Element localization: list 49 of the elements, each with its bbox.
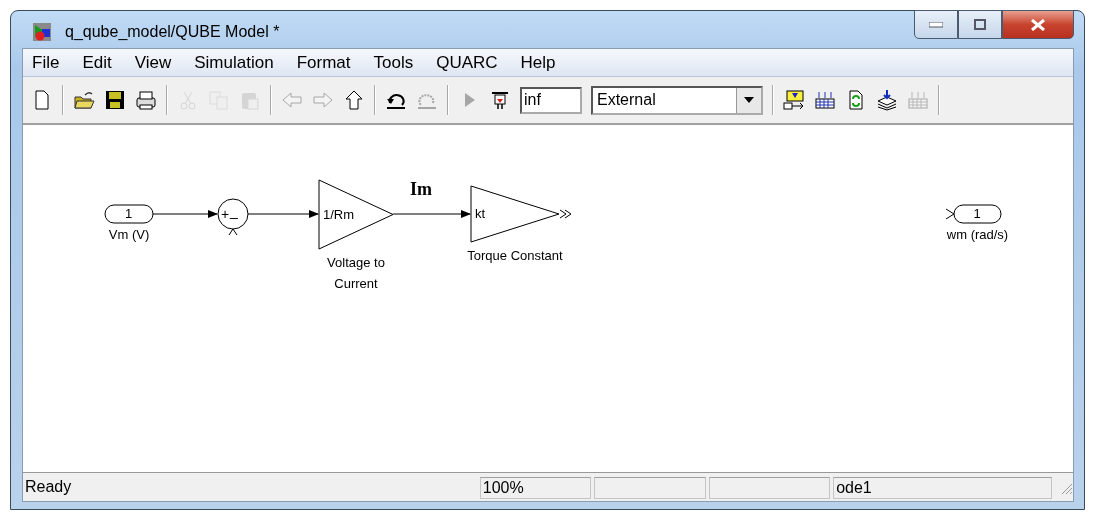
- plus-sign: +: [221, 205, 230, 224]
- resize-grip-icon[interactable]: [1059, 481, 1073, 495]
- menu-item[interactable]: Help: [520, 52, 567, 73]
- inport-block[interactable]: [104, 204, 154, 224]
- menu-item[interactable]: Tools: [373, 52, 425, 73]
- menu-item[interactable]: File: [32, 52, 71, 73]
- block-label: Current: [333, 276, 379, 291]
- menu-item[interactable]: View: [134, 52, 183, 73]
- status-text: Ready: [24, 477, 73, 497]
- minimize-button[interactable]: [914, 10, 958, 39]
- gain-block[interactable]: [470, 185, 572, 243]
- sum-block[interactable]: [217, 198, 249, 236]
- open-icon[interactable]: [73, 89, 95, 111]
- minimize-icon: [929, 21, 943, 28]
- close-button[interactable]: [1002, 10, 1074, 39]
- stack-icon[interactable]: [876, 89, 898, 111]
- gain-value: 1/Rm: [323, 206, 355, 222]
- menu-item[interactable]: Edit: [82, 52, 123, 73]
- block-label: Voltage to: [326, 255, 386, 270]
- gain-value: kt: [475, 206, 486, 221]
- zoom-level: 100%: [479, 477, 592, 499]
- grid-icon[interactable]: [814, 89, 836, 111]
- block-label: Vm (V): [107, 227, 151, 242]
- stop-time-field[interactable]: inf: [520, 86, 582, 114]
- block-label: Torque Constant: [466, 248, 564, 263]
- block-label: wm (rad/s): [945, 227, 1010, 242]
- maximize-icon: [974, 19, 986, 30]
- menu-item[interactable]: Format: [296, 52, 362, 73]
- signal-line[interactable]: [152, 210, 218, 218]
- save-icon[interactable]: [104, 89, 126, 111]
- close-icon: [1030, 18, 1046, 31]
- signal-line[interactable]: [247, 210, 319, 218]
- outport-block[interactable]: [945, 204, 1002, 224]
- window-title: q_qube_model/QUBE Model *: [65, 23, 280, 41]
- up-icon[interactable]: [343, 89, 365, 111]
- menu-item[interactable]: Simulation: [194, 52, 285, 73]
- menu-item[interactable]: QUARC: [436, 52, 509, 73]
- solver-name: ode1: [833, 477, 1053, 499]
- port-number: 1: [125, 206, 133, 222]
- gain-block[interactable]: [318, 179, 394, 250]
- model-icon: [32, 22, 52, 42]
- signal-label: Im: [410, 179, 432, 200]
- port-number: 1: [973, 206, 981, 222]
- print-icon[interactable]: [135, 89, 157, 111]
- dropdown-arrow-icon[interactable]: [744, 97, 754, 103]
- simulation-mode-dropdown[interactable]: External: [591, 85, 763, 115]
- maximize-button[interactable]: [958, 10, 1002, 39]
- minus-sign: _: [230, 202, 238, 221]
- signal-line[interactable]: [392, 210, 471, 218]
